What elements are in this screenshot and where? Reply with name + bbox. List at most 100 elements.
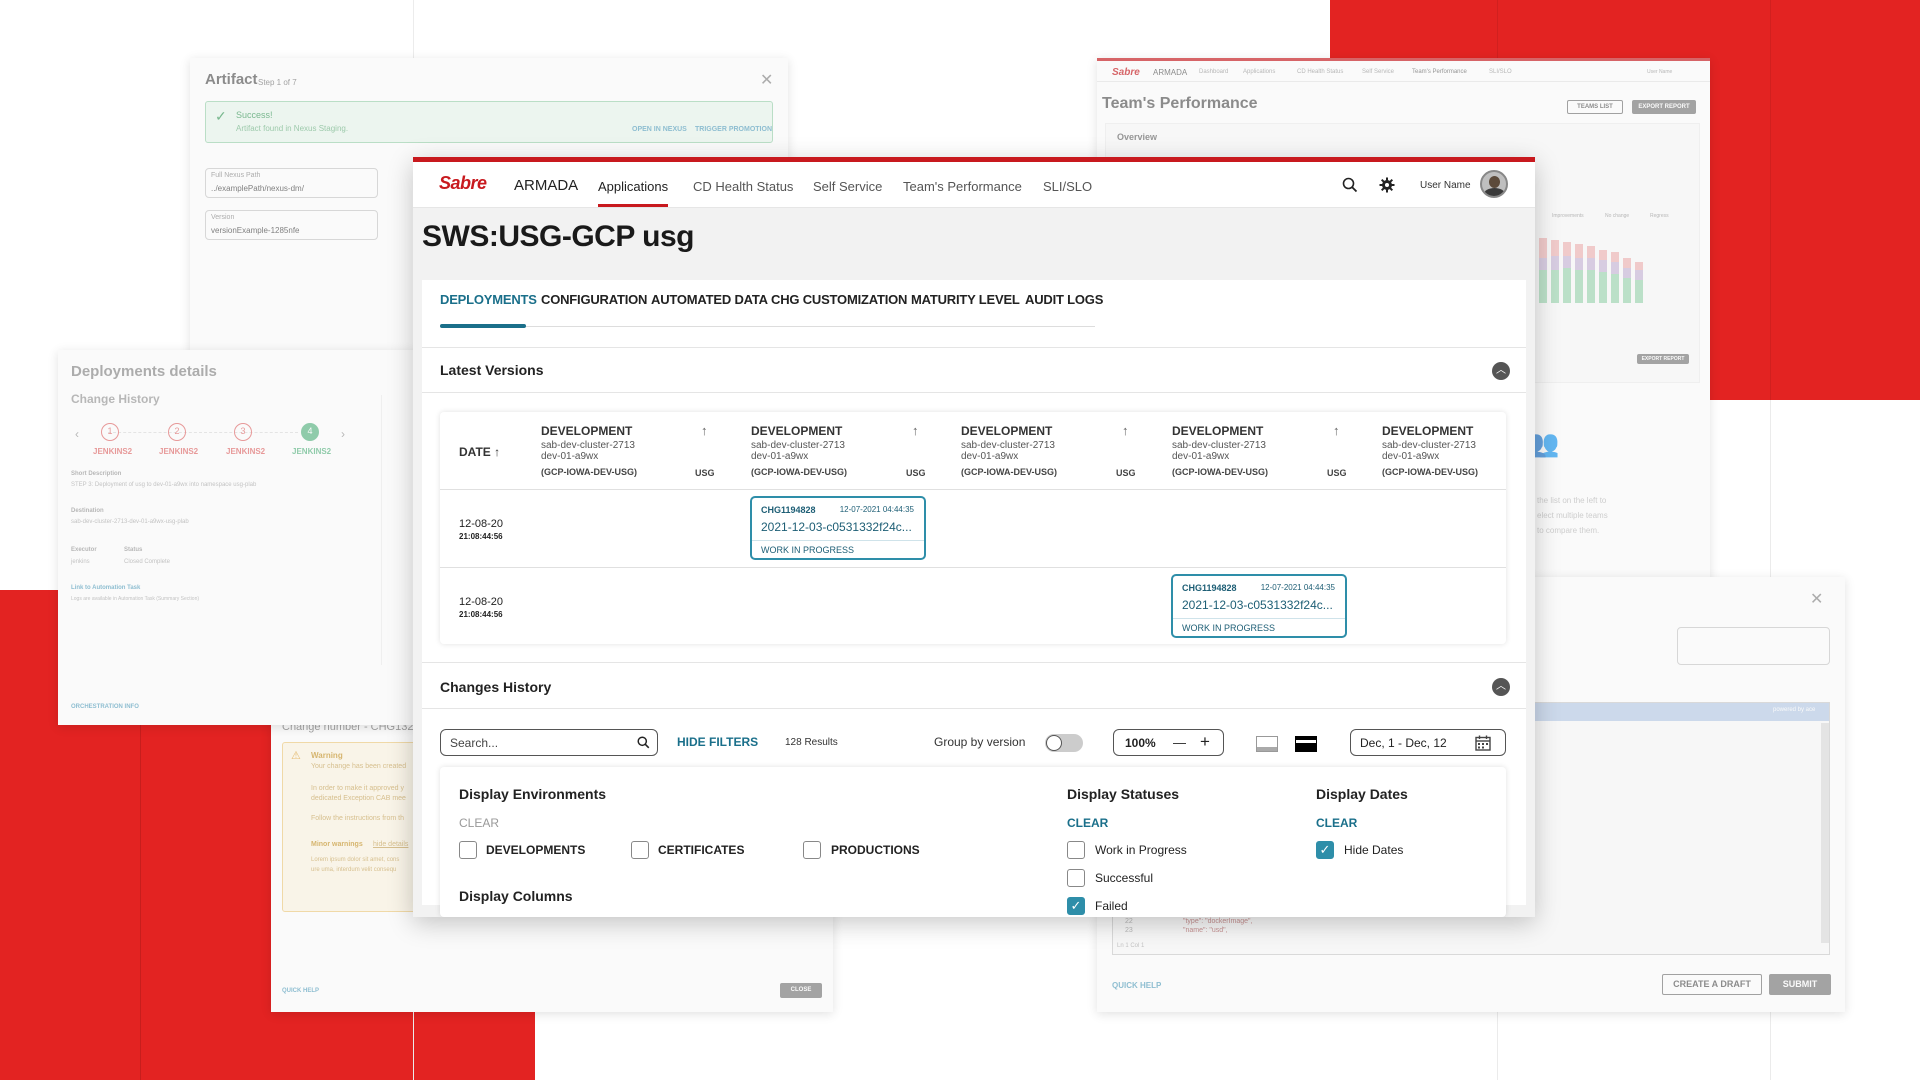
nav-cd-health[interactable]: CD Health Status: [693, 179, 793, 194]
sort-arrow-icon[interactable]: ↑: [494, 445, 500, 459]
hint-text: to compare them.: [1537, 526, 1600, 535]
export-report-button-2[interactable]: EXPORT REPORT: [1637, 354, 1689, 364]
row-time: 21:08:44:56: [459, 532, 503, 541]
gear-icon[interactable]: [1379, 177, 1395, 193]
submit-button[interactable]: SUBMIT: [1769, 974, 1831, 995]
step-circle[interactable]: 2: [168, 423, 186, 441]
step-circle[interactable]: 4: [301, 423, 319, 441]
brand-logo[interactable]: Sabre: [439, 173, 487, 194]
hide-filters-button[interactable]: HIDE FILTERS: [677, 735, 758, 749]
tab-configuration[interactable]: CONFIGURATION: [541, 292, 647, 307]
chevron-right-icon[interactable]: ›: [341, 427, 345, 441]
search-input[interactable]: Search...: [440, 729, 658, 756]
trigger-promotion-link[interactable]: TRIGGER PROMOTION: [695, 126, 772, 133]
code-line: "name": "usd",: [1183, 927, 1228, 934]
orchestration-info-link[interactable]: ORCHESTRATION INFO: [71, 704, 139, 710]
chevron-up-icon[interactable]: ︿: [1492, 678, 1510, 696]
view-dark-icon[interactable]: [1295, 736, 1317, 752]
date-column-header[interactable]: DATE ↑: [459, 445, 500, 459]
code-line: 22: [1125, 918, 1133, 925]
nav-team-performance[interactable]: Team's Performance: [903, 179, 1022, 194]
display-statuses-title: Display Statuses: [1067, 786, 1180, 802]
sort-arrow-icon[interactable]: ↑: [912, 423, 919, 438]
dates-clear-button[interactable]: CLEAR: [1316, 816, 1357, 830]
step-label: JENKINS2: [93, 447, 133, 456]
change-timestamp: 12-07-2021 04:44:35: [839, 505, 914, 514]
tab-chg-customization[interactable]: CHG CUSTOMIZATION: [771, 292, 907, 307]
nav-item[interactable]: Team's Performance: [1412, 69, 1467, 75]
chevron-up-icon[interactable]: ︿: [1492, 362, 1510, 380]
column-region: (GCP-IOWA-DEV-USG): [961, 467, 1057, 477]
certificates-checkbox[interactable]: [631, 841, 649, 859]
automation-link[interactable]: Link to Automation Task: [71, 585, 140, 591]
detail-label: Status: [124, 547, 143, 553]
tab-deployments[interactable]: DEPLOYMENTS: [440, 292, 537, 307]
view-light-icon[interactable]: [1256, 736, 1278, 752]
change-card[interactable]: CHG1194828 12-07-2021 04:44:35 2021-12-0…: [1171, 574, 1347, 638]
create-draft-button[interactable]: CREATE A DRAFT: [1662, 974, 1762, 995]
tab-automated-data[interactable]: AUTOMATED DATA: [651, 292, 768, 307]
tab-audit-logs[interactable]: AUDIT LOGS: [1025, 292, 1103, 307]
column-namespace: dev-01-a9wx: [961, 451, 1019, 462]
teams-list-button[interactable]: TEAMS LIST: [1567, 100, 1623, 114]
search-icon[interactable]: [637, 736, 650, 749]
nav-sli-slo[interactable]: SLI/SLO: [1043, 179, 1092, 194]
group-by-toggle[interactable]: [1045, 734, 1083, 752]
export-report-button[interactable]: EXPORT REPORT: [1632, 100, 1696, 114]
form-field[interactable]: [1677, 627, 1830, 665]
sort-arrow-icon[interactable]: ↑: [701, 423, 708, 438]
display-columns-title: Display Columns: [459, 888, 573, 904]
nav-item[interactable]: Dashboard: [1199, 69, 1228, 75]
tab-maturity-level[interactable]: MATURITY LEVEL: [911, 292, 1020, 307]
sort-arrow-icon[interactable]: ↑: [1122, 423, 1129, 438]
close-button[interactable]: CLOSE: [780, 983, 822, 998]
step-circle[interactable]: 1: [101, 423, 119, 441]
quick-help-link[interactable]: QUICK HELP: [282, 988, 319, 994]
env-clear-button[interactable]: CLEAR: [459, 816, 499, 830]
detail-label: Short Description: [71, 471, 122, 477]
column-cluster: sab-dev-cluster-2713: [541, 440, 635, 451]
nav-item[interactable]: CD Health Status: [1297, 69, 1343, 75]
env-column-header: DEVELOPMENT: [1172, 424, 1264, 438]
change-status: WORK IN PROGRESS: [1182, 623, 1276, 633]
close-icon[interactable]: ✕: [1810, 589, 1823, 609]
version-field[interactable]: Version versionExample-1285nfe: [205, 210, 378, 240]
sort-arrow-icon[interactable]: ↑: [1333, 423, 1340, 438]
successful-checkbox[interactable]: [1067, 869, 1085, 887]
date-range-picker[interactable]: Dec, 1 - Dec, 12: [1350, 729, 1506, 756]
app-name[interactable]: ARMADA: [514, 177, 578, 194]
overview-tab[interactable]: Overview: [1117, 132, 1157, 142]
column-app: USG: [906, 468, 926, 478]
zoom-in-button[interactable]: +: [1200, 732, 1210, 752]
developments-checkbox[interactable]: [459, 841, 477, 859]
nav-applications[interactable]: Applications: [598, 179, 668, 194]
zoom-out-button[interactable]: —: [1173, 735, 1186, 750]
search-icon[interactable]: [1342, 177, 1358, 193]
page-title: SWS:USG-GCP usg: [422, 220, 694, 253]
chevron-left-icon[interactable]: ‹: [75, 427, 79, 441]
nav-self-service[interactable]: Self Service: [813, 179, 882, 194]
legend-item: Improvements: [1552, 213, 1584, 219]
failed-checkbox[interactable]: ✓: [1067, 897, 1085, 915]
quick-help-link[interactable]: QUICK HELP: [1112, 981, 1161, 990]
hide-details-link[interactable]: hide details: [373, 841, 408, 848]
warning-text: In order to make it approved y: [311, 785, 404, 792]
status-clear-button[interactable]: CLEAR: [1067, 816, 1108, 830]
code-line: 23: [1125, 927, 1133, 934]
detail-label: Executor: [71, 547, 97, 553]
nav-item[interactable]: Applications: [1243, 69, 1275, 75]
productions-checkbox[interactable]: [803, 841, 821, 859]
open-nexus-link[interactable]: OPEN IN NEXUS: [632, 126, 687, 133]
user-name[interactable]: User Name: [1420, 180, 1471, 191]
avatar[interactable]: [1480, 170, 1508, 198]
step-circle[interactable]: 3: [234, 423, 252, 441]
column-namespace: dev-01-a9wx: [1382, 451, 1440, 462]
nav-item[interactable]: Self Service: [1362, 69, 1394, 75]
work-in-progress-checkbox[interactable]: [1067, 841, 1085, 859]
nav-item[interactable]: SLI/SLO: [1489, 69, 1512, 75]
close-icon[interactable]: ✕: [760, 70, 773, 90]
hide-dates-checkbox[interactable]: ✓: [1316, 841, 1334, 859]
nexus-path-field[interactable]: Full Nexus Path ../examplePath/nexus-dm/: [205, 168, 378, 198]
change-card[interactable]: CHG1194828 12-07-2021 04:44:35 2021-12-0…: [750, 496, 926, 560]
calendar-icon[interactable]: [1475, 735, 1491, 751]
